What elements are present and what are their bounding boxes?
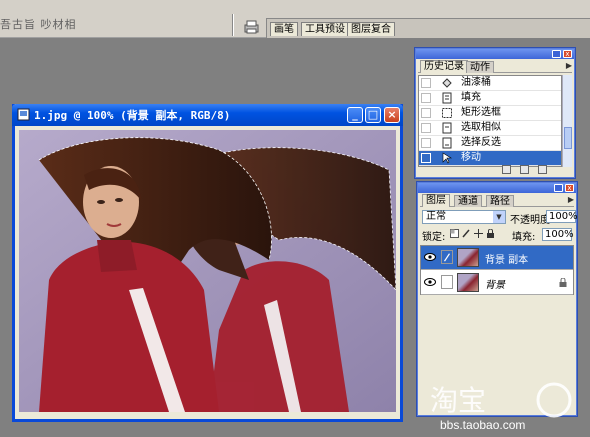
- blend-mode-value: 正常: [426, 211, 446, 222]
- options-separator: [232, 14, 234, 36]
- layer-row-background[interactable]: 背景: [421, 271, 573, 295]
- select-inverse-icon: [442, 137, 452, 149]
- layers-close-button[interactable]: x: [565, 184, 574, 192]
- history-item-paint-bucket[interactable]: 油漆桶: [419, 76, 561, 91]
- brush-icon: [441, 250, 453, 264]
- layers-list: 背景 副本 背景: [420, 245, 574, 295]
- history-minimize-button[interactable]: [552, 50, 561, 58]
- layers-menu-arrow-icon[interactable]: ▶: [568, 195, 574, 204]
- layers-minimize-button[interactable]: [554, 184, 563, 192]
- lock-all-icon[interactable]: [486, 229, 495, 238]
- lock-position-icon[interactable]: [474, 229, 483, 238]
- eye-icon[interactable]: [424, 253, 436, 261]
- history-item-select-similar[interactable]: 选取相似: [419, 121, 561, 136]
- lock-pixels-icon[interactable]: [462, 229, 471, 238]
- printer-icon[interactable]: [243, 20, 260, 34]
- lock-label: 锁定:: [422, 232, 446, 243]
- watermark-logo-text: 淘宝: [430, 384, 486, 417]
- tab-tool-presets[interactable]: 工具预设: [301, 22, 349, 36]
- document-window: 1.jpg @ 100% (背景 副本, RGB/8) _ □ ×: [12, 104, 403, 422]
- chevron-down-icon: ▼: [493, 211, 505, 223]
- layer-row-background-copy[interactable]: 背景 副本: [421, 246, 573, 270]
- image-canvas[interactable]: [19, 130, 396, 412]
- history-item-select-inverse[interactable]: 选择反选: [419, 136, 561, 151]
- fill-icon: [442, 92, 452, 104]
- lock-transparency-icon[interactable]: [450, 229, 459, 238]
- history-item-move[interactable]: 移动: [419, 151, 561, 166]
- tab-channels[interactable]: 通道: [454, 195, 482, 207]
- watermark-url: bbs.taobao.com: [440, 418, 526, 432]
- fill-label: 填充:: [512, 232, 536, 243]
- history-tab-strip: 历史记录 动作: [418, 60, 572, 73]
- history-menu-arrow-icon[interactable]: ▶: [566, 61, 572, 70]
- layer-name: 背景 副本: [485, 255, 529, 266]
- minimize-button[interactable]: _: [347, 107, 363, 123]
- history-scrollbar[interactable]: [562, 75, 572, 167]
- history-footer: [418, 165, 572, 175]
- blend-mode-select[interactable]: 正常 ▼: [422, 210, 506, 224]
- history-palette-titlebar[interactable]: x: [416, 49, 574, 59]
- maximize-button[interactable]: □: [365, 107, 381, 123]
- snapshot-checkbox[interactable]: [421, 93, 431, 103]
- history-close-button[interactable]: x: [563, 50, 572, 58]
- rect-marquee-icon: [442, 108, 452, 118]
- delete-state-icon[interactable]: [538, 165, 547, 174]
- new-document-from-state-icon[interactable]: [502, 165, 511, 174]
- layer-thumbnail: [457, 273, 479, 292]
- link-slot[interactable]: [441, 275, 453, 289]
- fill-field[interactable]: 100%: [542, 228, 574, 241]
- options-bar: 吾古旨 吵材相 画笔 工具预设 图层复合: [0, 0, 590, 38]
- history-item-label: 选取相似: [461, 122, 501, 133]
- history-palette: x 历史记录 动作 ▶ 油漆桶 填充 矩形选框 选取相似 选择反选 移动: [414, 47, 576, 179]
- photoshop-document-icon: [17, 108, 30, 121]
- tab-brushes[interactable]: 画笔: [270, 22, 298, 36]
- move-icon: [442, 152, 453, 164]
- tab-history[interactable]: 历史记录: [420, 60, 468, 73]
- layer-name: 背景: [485, 280, 505, 291]
- new-snapshot-icon[interactable]: [520, 165, 529, 174]
- snapshot-checkbox[interactable]: [421, 78, 431, 88]
- lock-icon: [559, 278, 567, 287]
- eye-icon[interactable]: [424, 278, 436, 286]
- canvas-image: [19, 130, 396, 412]
- layers-palette-titlebar[interactable]: x: [418, 183, 576, 193]
- tab-layers[interactable]: 图层: [422, 194, 450, 207]
- select-similar-icon: [442, 122, 452, 134]
- history-scroll-thumb[interactable]: [564, 127, 572, 149]
- paint-bucket-icon: [442, 78, 452, 88]
- align-distribute-icons[interactable]: 吾古旨 吵材相: [0, 16, 77, 31]
- close-button[interactable]: ×: [384, 107, 400, 123]
- document-titlebar[interactable]: 1.jpg @ 100% (背景 副本, RGB/8) _ □ ×: [12, 104, 403, 126]
- document-title: 1.jpg @ 100% (背景 副本, RGB/8): [34, 109, 231, 122]
- history-item-rect-marquee[interactable]: 矩形选框: [419, 106, 561, 121]
- snapshot-checkbox[interactable]: [421, 153, 431, 163]
- history-item-label: 选择反选: [461, 137, 501, 148]
- history-item-label: 油漆桶: [461, 77, 491, 88]
- layer-thumbnail: [457, 248, 479, 267]
- layers-tab-strip: 图层 通道 路径: [420, 194, 574, 207]
- opacity-field[interactable]: 100%: [546, 210, 578, 223]
- history-item-fill[interactable]: 填充: [419, 91, 561, 106]
- snapshot-checkbox[interactable]: [421, 123, 431, 133]
- history-item-label: 移动: [461, 152, 481, 163]
- tab-actions[interactable]: 动作: [466, 61, 494, 73]
- tab-paths[interactable]: 路径: [486, 195, 514, 207]
- history-list: 油漆桶 填充 矩形选框 选取相似 选择反选 移动: [418, 75, 562, 167]
- history-item-label: 矩形选框: [461, 107, 501, 118]
- tab-layer-comps[interactable]: 图层复合: [347, 22, 395, 36]
- history-item-label: 填充: [461, 92, 481, 103]
- palette-well: 画笔 工具预设 图层复合: [266, 18, 590, 38]
- snapshot-checkbox[interactable]: [421, 108, 431, 118]
- snapshot-checkbox[interactable]: [421, 138, 431, 148]
